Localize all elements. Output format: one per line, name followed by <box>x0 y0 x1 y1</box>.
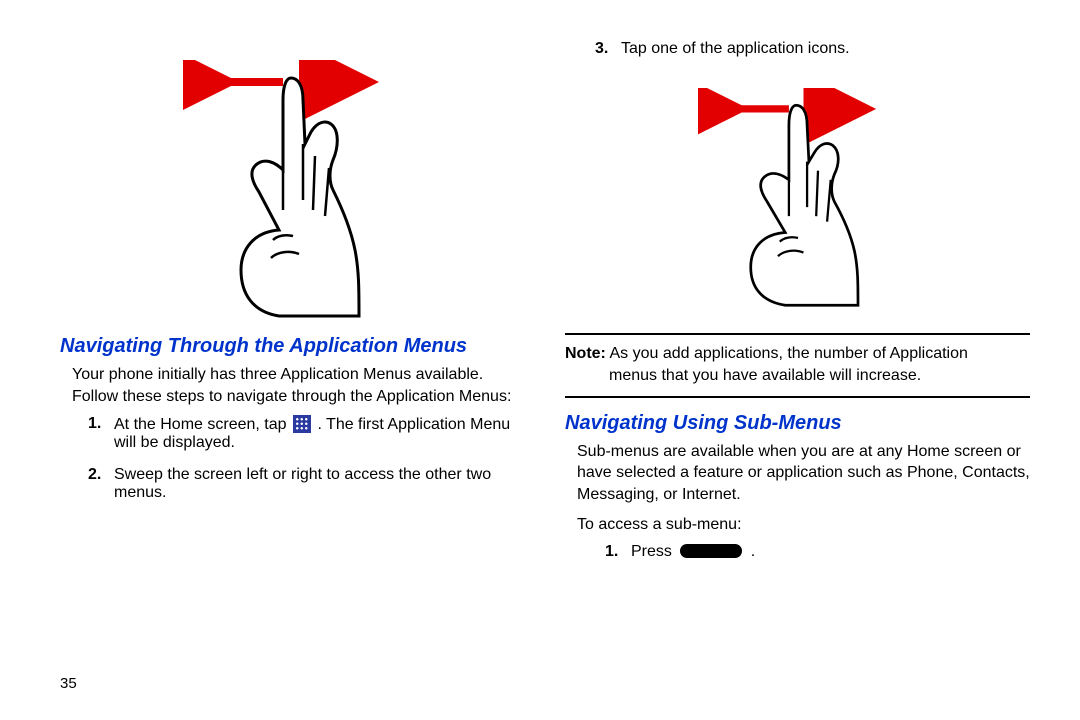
step-3-text: Tap one of the application icons. <box>621 40 1030 58</box>
heading-app-menus: Navigating Through the Application Menus <box>60 335 525 358</box>
swipe-hand-illustration-left <box>60 60 525 325</box>
submenu-step-1-text-b: . <box>751 543 755 560</box>
step-3-number: 3. <box>595 40 621 58</box>
step-1-number: 1. <box>88 415 114 452</box>
access-sub-menu: To access a sub-menu: <box>577 514 1030 536</box>
step-2-number: 2. <box>88 466 114 502</box>
note-line-1: As you add applications, the number of A… <box>606 345 968 362</box>
step-1-text-a: At the Home screen, tap <box>114 416 291 433</box>
submenu-step-1: 1. Press . <box>605 543 1030 561</box>
step-2-text: Sweep the screen left or right to access… <box>114 466 525 502</box>
menu-key-icon <box>680 544 742 558</box>
page-number: 35 <box>60 675 77 692</box>
submenu-step-1-text-a: Press <box>631 543 676 560</box>
step-3: 3. Tap one of the application icons. <box>595 40 1030 58</box>
intro-app-menus: Your phone initially has three Applicati… <box>72 364 525 407</box>
submenu-step-1-number: 1. <box>605 543 631 561</box>
note-line-2: menus that you have available will incre… <box>565 365 1030 387</box>
heading-sub-menus: Navigating Using Sub-Menus <box>565 412 1030 435</box>
step-2: 2. Sweep the screen left or right to acc… <box>88 466 525 502</box>
note-box: Note: As you add applications, the numbe… <box>565 333 1030 398</box>
step-1: 1. At the Home screen, tap . The first A… <box>88 415 525 452</box>
submenu-step-1-text: Press . <box>631 543 1030 561</box>
note-label: Note: <box>565 345 606 362</box>
intro-sub-menus: Sub-menus are available when you are at … <box>577 441 1030 506</box>
swipe-hand-illustration-right <box>565 88 1030 313</box>
step-1-text: At the Home screen, tap . The first Appl… <box>114 415 525 452</box>
apps-grid-icon <box>293 415 311 433</box>
